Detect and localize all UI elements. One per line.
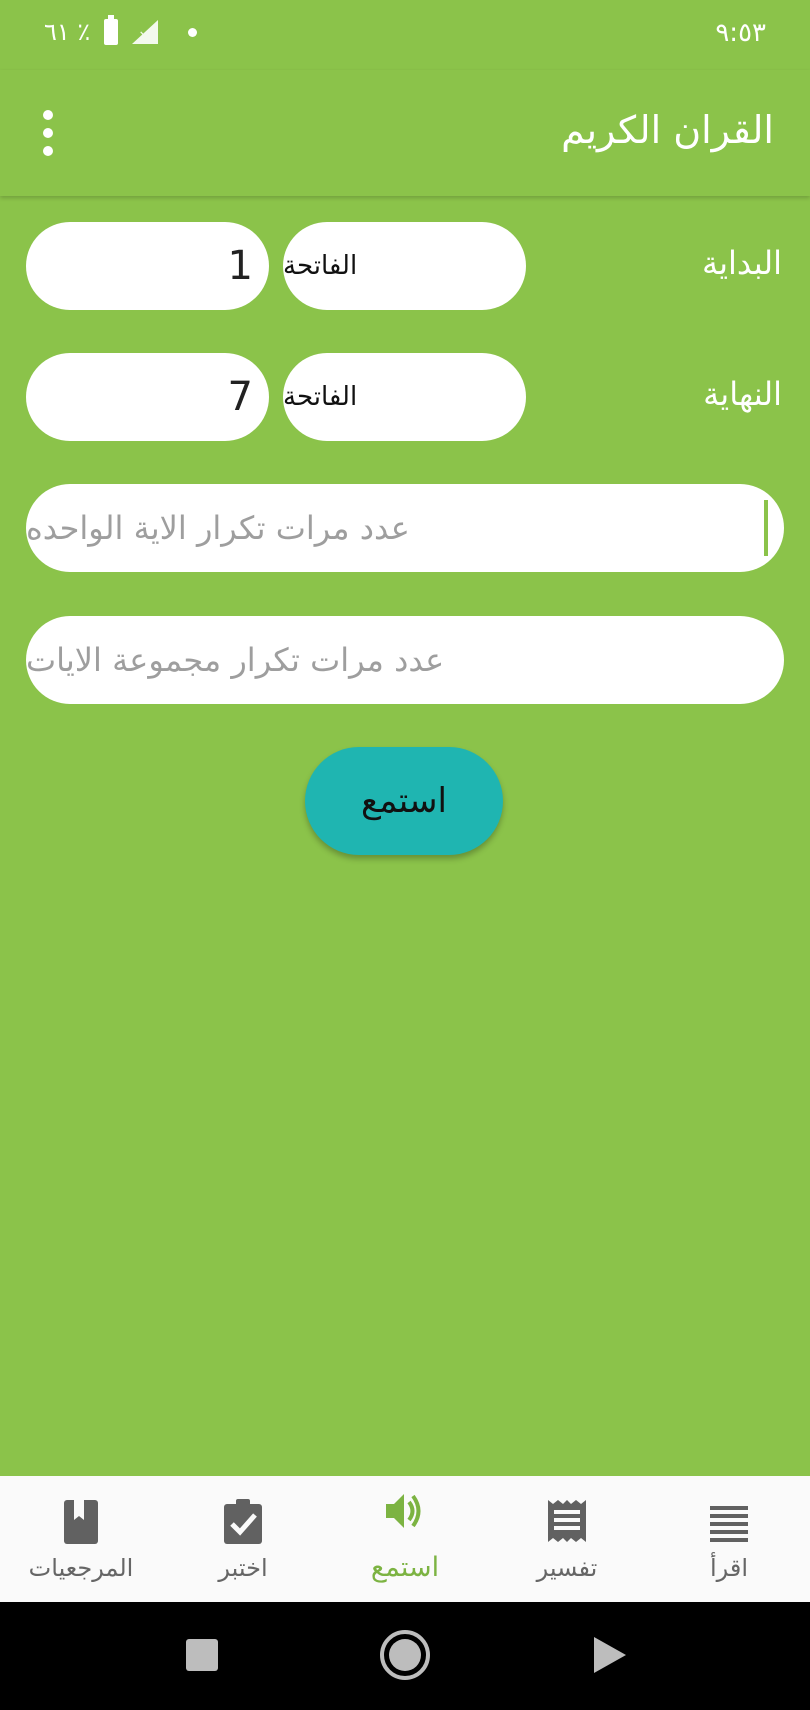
single-ayah-repeat-input[interactable]: عدد مرات تكرار الاية الواحده <box>26 484 784 572</box>
start-ayah-input[interactable]: 1 <box>26 222 269 310</box>
battery-icon <box>104 15 119 45</box>
nav-label-test: اختبر <box>218 1554 268 1582</box>
clipboard-check-icon <box>224 1499 262 1544</box>
listen-button[interactable]: استمع <box>305 747 503 855</box>
start-label: البداية <box>701 244 782 282</box>
home-icon[interactable] <box>380 1630 430 1680</box>
nav-item-listen[interactable]: استمع <box>324 1476 486 1602</box>
end-surah-select[interactable]: الفاتحة <box>283 353 526 441</box>
status-time: ٩:٥٣ <box>715 18 766 48</box>
end-surah-value: الفاتحة <box>283 382 358 412</box>
nav-label-tafsir: تفسير <box>536 1554 598 1582</box>
start-surah-value: الفاتحة <box>283 251 358 281</box>
book-icon <box>64 1500 98 1544</box>
status-indicators: ٦١ ٪ × <box>44 15 198 46</box>
nav-label-references: المرجعيات <box>28 1554 134 1582</box>
text-cursor <box>764 500 768 556</box>
back-icon[interactable] <box>594 1637 626 1673</box>
volume-icon <box>386 1494 421 1528</box>
start-surah-select[interactable]: الفاتحة <box>283 222 526 310</box>
notification-dot-icon <box>188 27 198 37</box>
list-icon <box>710 1506 748 1542</box>
home-inner-icon <box>389 1639 421 1671</box>
single-ayah-repeat-placeholder: عدد مرات تكرار الاية الواحده <box>26 509 410 547</box>
more-vert-icon[interactable] <box>38 110 58 156</box>
group-repeat-input[interactable]: عدد مرات تكرار مجموعة الايات <box>26 616 784 704</box>
recents-icon[interactable] <box>186 1639 218 1671</box>
end-ayah-input[interactable]: 7 <box>26 353 269 441</box>
group-repeat-placeholder: عدد مرات تكرار مجموعة الايات <box>26 641 445 679</box>
receipt-icon <box>548 1500 586 1542</box>
nav-item-tafsir[interactable]: تفسير <box>486 1476 648 1602</box>
end-label: النهاية <box>703 375 782 413</box>
end-ayah-value: 7 <box>227 374 253 420</box>
start-ayah-value: 1 <box>227 243 253 289</box>
nav-label-listen: استمع <box>370 1552 440 1583</box>
system-nav-bar <box>0 1602 810 1710</box>
nav-item-read[interactable]: اقرأ <box>648 1476 810 1602</box>
page-title: القران الكريم <box>561 108 774 152</box>
app-bar: القران الكريم <box>0 70 810 196</box>
status-bar: ٦١ ٪ × ٩:٥٣ <box>0 0 810 70</box>
bottom-nav: اقرأ تفسير استمع اختبر المرجعيات <box>0 1476 810 1602</box>
signal-icon: × <box>132 20 159 44</box>
nav-item-references[interactable]: المرجعيات <box>0 1476 162 1602</box>
nav-label-read: اقرأ <box>709 1554 749 1582</box>
nav-item-test[interactable]: اختبر <box>162 1476 324 1602</box>
battery-percent: ٦١ ٪ <box>44 18 91 46</box>
